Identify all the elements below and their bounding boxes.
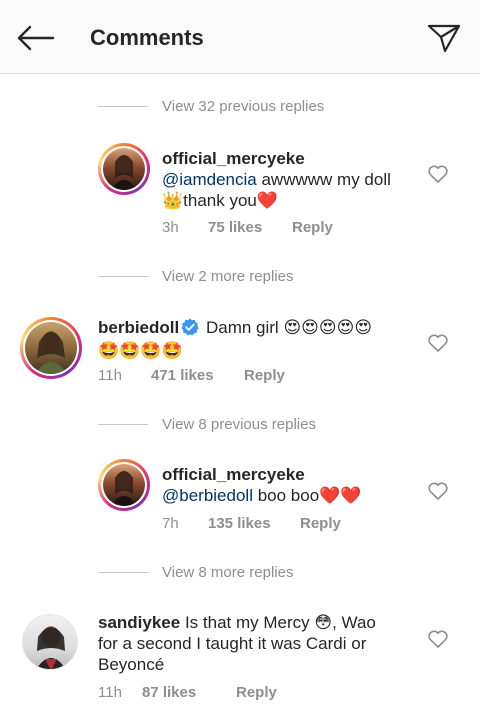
- comment-text: thank you: [183, 191, 257, 210]
- comment-body: official_mercyeke @berbiedoll boo boo❤️❤…: [162, 464, 422, 506]
- view-replies-label: View 2 more replies: [162, 267, 294, 285]
- heart-outline-icon: [428, 482, 448, 500]
- paper-plane-icon: [427, 24, 461, 53]
- view-replies-label: View 8 previous replies: [162, 415, 316, 433]
- comment-meta: 11h 471 likes Reply: [98, 367, 285, 384]
- comment-likes[interactable]: 471 likes: [151, 367, 244, 384]
- share-button[interactable]: [424, 18, 464, 58]
- comment-time: 11h: [98, 684, 122, 701]
- comment-username[interactable]: berbiedoll: [98, 318, 179, 337]
- comment-text: Beyoncé: [98, 655, 165, 674]
- comment-time: 11h: [98, 367, 122, 384]
- comment-meta: 7h 135 likes Reply: [162, 515, 341, 532]
- view-replies-label: View 8 more replies: [162, 563, 294, 581]
- divider-line: [98, 423, 148, 425]
- heart-outline-icon: [428, 334, 448, 352]
- comment-text: for a second I taught it was Cardi or: [98, 634, 367, 653]
- avatar[interactable]: [98, 459, 150, 511]
- comment-body: sandiykee Is that my Mercy 😳, Wao for a …: [98, 612, 408, 675]
- page-title: Comments: [90, 25, 204, 50]
- avatar[interactable]: [20, 317, 82, 379]
- comment-time: 7h: [162, 515, 179, 532]
- heart-outline-icon: [428, 165, 448, 183]
- comment-mention[interactable]: @berbiedoll: [162, 486, 253, 505]
- divider-line: [98, 105, 148, 107]
- like-button[interactable]: [426, 627, 450, 651]
- comment-text: awwwww my doll: [256, 170, 391, 189]
- like-button[interactable]: [426, 331, 450, 355]
- red-heart-emoji: ❤️: [256, 191, 279, 210]
- view-more-replies-link[interactable]: View 2 more replies: [98, 266, 293, 286]
- comment-likes[interactable]: 87 likes: [142, 684, 236, 701]
- avatar[interactable]: [22, 614, 78, 670]
- reply-button[interactable]: Reply: [244, 367, 285, 384]
- comment-likes[interactable]: 75 likes: [208, 219, 292, 236]
- heart-eyes-emoji: 😍😍😍😍😍: [283, 318, 373, 337]
- like-button[interactable]: [426, 479, 450, 503]
- comment-username[interactable]: sandiykee: [98, 613, 180, 632]
- back-button[interactable]: [14, 18, 58, 58]
- comment-text: Is that my Mercy: [180, 613, 315, 632]
- crown-emoji: 👑: [162, 191, 184, 210]
- star-struck-emoji: 🤩🤩🤩🤩: [98, 341, 183, 360]
- comment-likes[interactable]: 135 likes: [208, 515, 300, 532]
- comment-meta: 3h 75 likes Reply: [162, 219, 333, 236]
- view-previous-replies-link[interactable]: View 32 previous replies: [98, 96, 324, 116]
- reply-button[interactable]: Reply: [236, 684, 277, 701]
- comment-text: , Wao: [332, 613, 376, 632]
- view-previous-replies-link[interactable]: View 8 previous replies: [98, 414, 316, 434]
- red-heart-emoji: ❤️❤️: [319, 486, 362, 505]
- comment-username[interactable]: official_mercyeke: [162, 149, 305, 168]
- comment-text: boo boo: [252, 486, 320, 505]
- heart-outline-icon: [428, 630, 448, 648]
- comment-mention[interactable]: @iamdencia: [162, 170, 257, 189]
- divider-line: [98, 571, 148, 573]
- comment-text: Damn girl: [205, 318, 284, 337]
- avatar[interactable]: [98, 143, 150, 195]
- comment-meta: 11h 87 likes Reply: [98, 684, 277, 701]
- view-more-replies-link[interactable]: View 8 more replies: [98, 562, 293, 582]
- view-replies-label: View 32 previous replies: [162, 97, 325, 115]
- like-button[interactable]: [426, 162, 450, 186]
- flushed-emoji: 😳: [314, 613, 333, 632]
- header-bar: Comments: [0, 0, 480, 74]
- verified-badge-icon: [181, 318, 199, 336]
- comment-username[interactable]: official_mercyeke: [162, 465, 305, 484]
- comment-time: 3h: [162, 219, 179, 236]
- arrow-left-icon: [17, 25, 55, 51]
- reply-button[interactable]: Reply: [292, 219, 333, 236]
- comment-body: berbiedoll Damn girl 😍😍😍😍😍 🤩🤩🤩🤩: [98, 316, 408, 362]
- comment-body: official_mercyeke @iamdencia awwwww my d…: [162, 148, 422, 211]
- reply-button[interactable]: Reply: [300, 515, 341, 532]
- divider-line: [98, 275, 148, 277]
